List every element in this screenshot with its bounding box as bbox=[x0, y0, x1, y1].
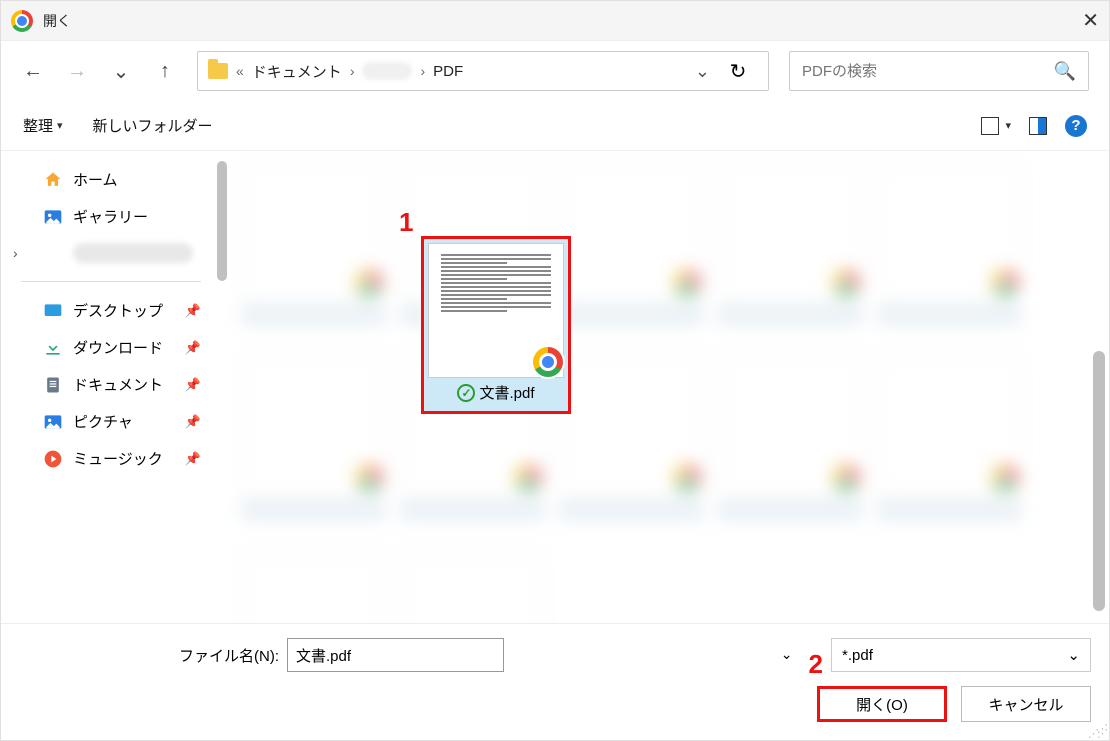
breadcrumb-item-pdf[interactable]: PDF bbox=[433, 63, 463, 80]
cancel-button[interactable]: キャンセル bbox=[961, 686, 1091, 722]
back-button[interactable]: ← bbox=[21, 59, 45, 83]
sidebar-item-pictures[interactable]: ピクチャ 📌 bbox=[1, 403, 221, 440]
sidebar-item-desktop[interactable]: デスクトップ 📌 bbox=[1, 292, 221, 329]
file-thumbnail bbox=[428, 243, 564, 378]
folder-icon bbox=[208, 63, 228, 79]
breadcrumb-item-redacted[interactable] bbox=[362, 62, 412, 80]
window-title: 開く bbox=[43, 11, 1059, 31]
filename-label: ファイル名(N): bbox=[179, 645, 279, 666]
view-mode-button[interactable]: ▾ bbox=[981, 117, 1011, 135]
redacted-label bbox=[73, 243, 193, 263]
file-grid[interactable]: 1 ✓ 文書.pdf bbox=[221, 151, 1109, 623]
search-input[interactable] bbox=[802, 63, 1054, 80]
sidebar-item-documents[interactable]: ドキュメント 📌 bbox=[1, 366, 221, 403]
up-button[interactable]: ↑ bbox=[153, 59, 177, 83]
new-folder-button[interactable]: 新しいフォルダー bbox=[93, 115, 213, 136]
sync-check-icon: ✓ bbox=[457, 384, 475, 402]
sidebar-item-home[interactable]: ホーム bbox=[1, 161, 221, 198]
sidebar-item-cloud[interactable]: › bbox=[1, 235, 221, 271]
chevron-down-icon: ▾ bbox=[1005, 119, 1011, 132]
cloud-icon bbox=[43, 243, 63, 263]
chevron-down-icon: ⌄ bbox=[1067, 646, 1080, 664]
blurred-files bbox=[241, 161, 1089, 613]
chevron-down-icon[interactable]: ⌄ bbox=[781, 646, 793, 663]
home-icon bbox=[43, 170, 63, 190]
help-button[interactable]: ? bbox=[1065, 115, 1087, 137]
chrome-badge-icon bbox=[531, 345, 565, 379]
toolbar: 整理 ▾ 新しいフォルダー ▾ ? bbox=[1, 101, 1109, 151]
sidebar-item-music[interactable]: ミュージック 📌 bbox=[1, 440, 221, 477]
nav-bar: ← → ⌄ ↑ « ドキュメント › › PDF ⌄ ↻ 🔍 bbox=[1, 41, 1109, 101]
open-button[interactable]: 開く(O) bbox=[817, 686, 947, 722]
pictures-icon bbox=[43, 412, 63, 432]
breadcrumb-overflow-chev: « bbox=[236, 63, 244, 79]
breadcrumb-dropdown[interactable]: ⌄ bbox=[695, 61, 710, 82]
file-type-filter[interactable]: *.pdf ⌄ bbox=[831, 638, 1091, 672]
chrome-icon bbox=[11, 10, 33, 32]
pin-icon: 📌 bbox=[185, 303, 201, 319]
sidebar-item-gallery[interactable]: ギャラリー bbox=[1, 198, 221, 235]
pin-icon: 📌 bbox=[185, 451, 201, 467]
recent-dropdown[interactable]: ⌄ bbox=[109, 59, 133, 83]
chevron-right-icon: › bbox=[420, 63, 425, 79]
desktop-icon bbox=[43, 301, 63, 321]
breadcrumb-item-documents[interactable]: ドキュメント bbox=[252, 61, 342, 82]
filename-input[interactable] bbox=[287, 638, 504, 672]
breadcrumb[interactable]: « ドキュメント › › PDF ⌄ ↻ bbox=[197, 51, 769, 91]
open-file-dialog: 開く ✕ ← → ⌄ ↑ « ドキュメント › › PDF ⌄ ↻ 🔍 整理 ▾… bbox=[0, 0, 1110, 741]
footer: ファイル名(N): ⌄ 2 *.pdf ⌄ 開く(O) キャンセル ⋰⋰⋰ bbox=[1, 623, 1109, 740]
titlebar: 開く ✕ bbox=[1, 1, 1109, 41]
download-icon bbox=[43, 338, 63, 358]
pin-icon: 📌 bbox=[185, 340, 201, 356]
document-icon bbox=[43, 375, 63, 395]
selected-file-item[interactable]: ✓ 文書.pdf bbox=[421, 236, 571, 414]
view-thumbnail-icon bbox=[981, 117, 999, 135]
preview-pane-button[interactable] bbox=[1029, 117, 1047, 135]
organize-menu[interactable]: 整理 ▾ bbox=[23, 115, 63, 136]
music-icon bbox=[43, 449, 63, 469]
chevron-down-icon: ▾ bbox=[57, 119, 63, 132]
file-scrollbar[interactable] bbox=[1093, 351, 1105, 611]
annotation-1: 1 bbox=[399, 207, 413, 238]
refresh-button[interactable]: ↻ bbox=[718, 59, 758, 84]
search-box[interactable]: 🔍 bbox=[789, 51, 1089, 91]
pin-icon: 📌 bbox=[185, 377, 201, 393]
close-button[interactable]: ✕ bbox=[1059, 8, 1099, 33]
annotation-2: 2 bbox=[809, 649, 823, 680]
sidebar-item-downloads[interactable]: ダウンロード 📌 bbox=[1, 329, 221, 366]
sidebar-separator bbox=[21, 281, 201, 282]
forward-button[interactable]: → bbox=[65, 59, 89, 83]
sidebar: ホーム ギャラリー › デスクトップ 📌 bbox=[1, 151, 221, 623]
search-icon[interactable]: 🔍 bbox=[1054, 61, 1076, 82]
chevron-right-icon[interactable]: › bbox=[13, 245, 18, 261]
chevron-right-icon: › bbox=[350, 63, 355, 79]
file-name-label: 文書.pdf bbox=[479, 382, 534, 403]
resize-grip[interactable]: ⋰⋰⋰ bbox=[1088, 727, 1106, 737]
body-area: ホーム ギャラリー › デスクトップ 📌 bbox=[1, 151, 1109, 623]
pin-icon: 📌 bbox=[185, 414, 201, 430]
gallery-icon bbox=[43, 207, 63, 227]
